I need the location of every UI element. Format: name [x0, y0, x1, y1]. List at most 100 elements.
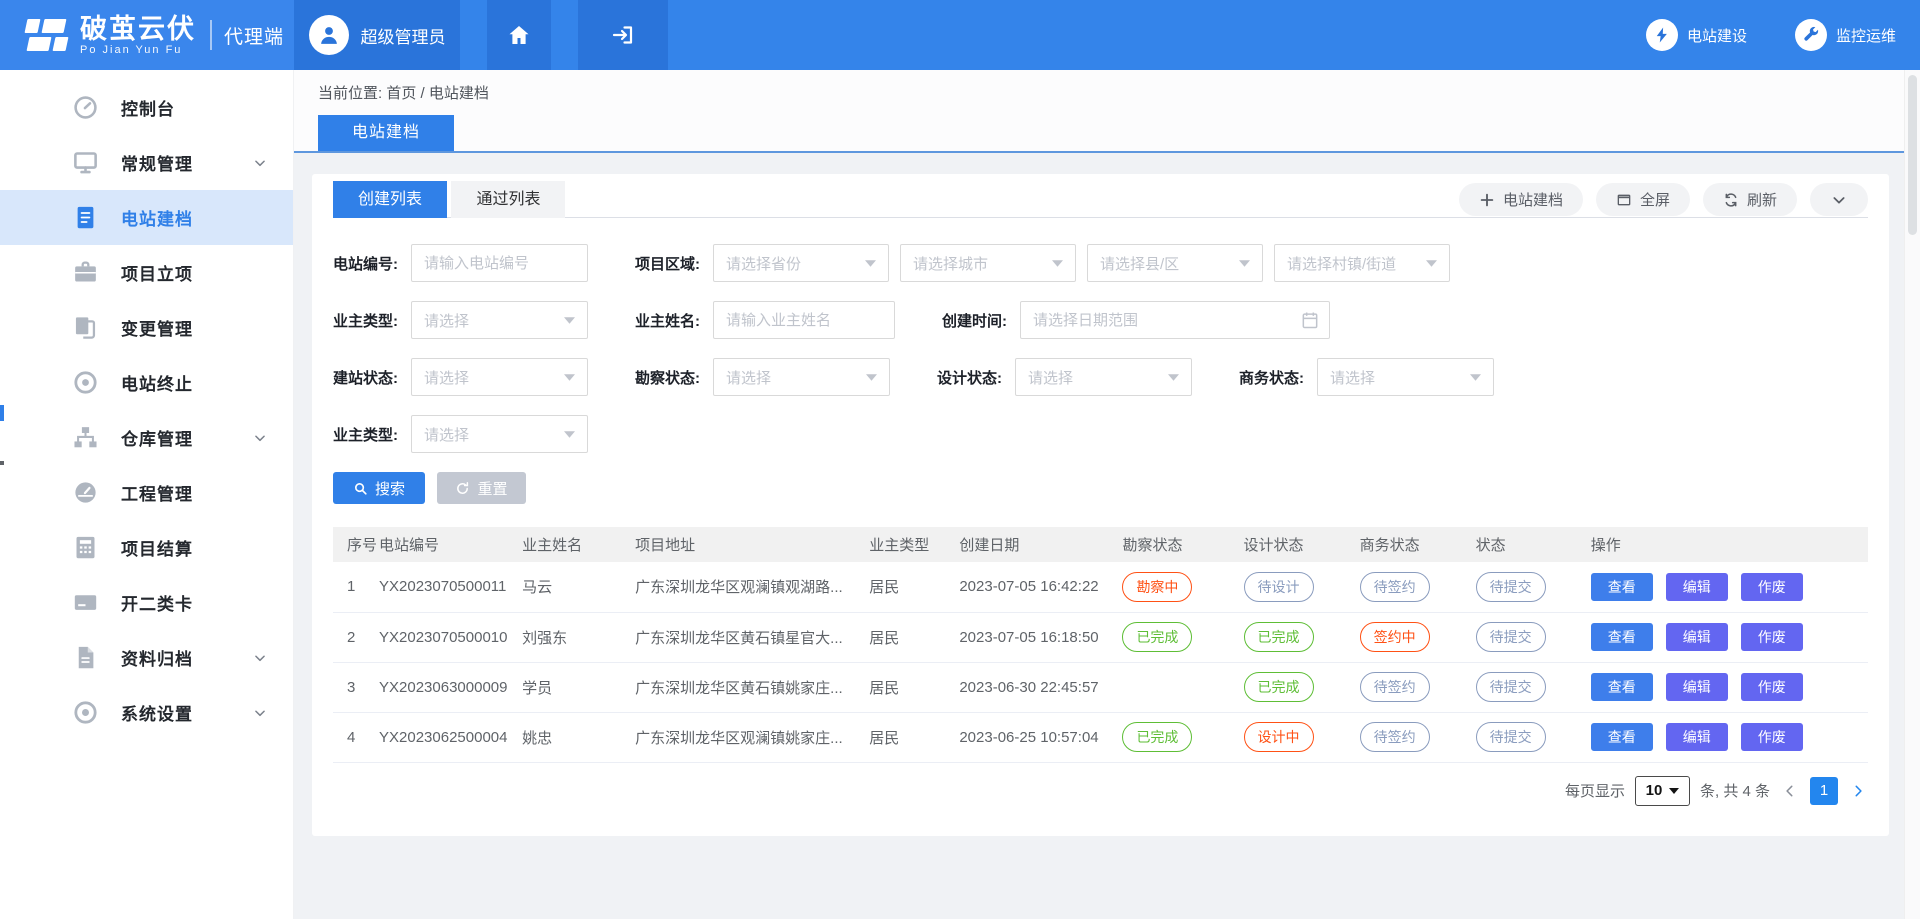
owner-name-input[interactable] [713, 301, 895, 339]
build-status-select[interactable]: 请选择 [411, 358, 588, 396]
table-row: 1YX2023070500011马云广东深圳龙华区观澜镇观湖路...居民2023… [333, 562, 1868, 612]
tab-create-list[interactable]: 创建列表 [333, 181, 447, 218]
status-badge: 待提交 [1476, 622, 1546, 652]
status-badge: 待签约 [1360, 672, 1430, 702]
cell-survey-status [1122, 662, 1243, 712]
per-page-select[interactable]: 10 [1635, 776, 1690, 806]
cell-owner: 刘强东 [522, 612, 635, 662]
date-range-input[interactable] [1020, 301, 1330, 339]
void-button[interactable]: 作废 [1741, 573, 1803, 601]
sidebar-item-card2[interactable]: 开二类卡 [0, 575, 293, 630]
page-tab-station-archive[interactable]: 电站建档 [318, 115, 454, 151]
next-page-button[interactable] [1848, 784, 1868, 798]
sidebar-item-console[interactable]: 控制台 [0, 80, 293, 135]
owner-type-label: 业主类型: [333, 310, 411, 331]
void-button[interactable]: 作废 [1741, 723, 1803, 751]
logout-icon [611, 23, 635, 47]
edit-button[interactable]: 编辑 [1666, 573, 1728, 601]
briefcase-icon [72, 259, 99, 286]
view-button[interactable]: 查看 [1591, 673, 1653, 701]
prev-page-button[interactable] [1780, 784, 1800, 798]
edit-button[interactable]: 编辑 [1666, 723, 1728, 751]
sidebar-item-label: 常规管理 [121, 150, 193, 175]
cell-owner-type: 居民 [869, 612, 959, 662]
fullscreen-icon [1616, 192, 1632, 208]
column-header: 电站编号 [379, 527, 522, 562]
logout-button[interactable] [578, 0, 668, 70]
city-select[interactable]: 请选择城市 [900, 244, 1076, 282]
sidebar-item-terminate[interactable]: 电站终止 [0, 355, 293, 410]
void-button[interactable]: 作废 [1741, 673, 1803, 701]
collapse-button[interactable] [1810, 183, 1868, 216]
void-button[interactable]: 作废 [1741, 623, 1803, 651]
table-header-row: 序号电站编号业主姓名项目地址业主类型创建日期勘察状态设计状态商务状态状态操作 [333, 527, 1868, 562]
add-station-button[interactable]: 电站建档 [1459, 183, 1583, 216]
search-button[interactable]: 搜索 [333, 472, 425, 504]
calculator-icon [72, 534, 99, 561]
column-header: 业主姓名 [522, 527, 635, 562]
column-header: 序号 [333, 527, 379, 562]
sidebar-item-settlement[interactable]: 项目结算 [0, 520, 293, 575]
home-icon [507, 23, 531, 47]
scrollbar-thumb[interactable] [1908, 75, 1917, 235]
owner-type-select[interactable]: 请选择 [411, 301, 588, 339]
cell-created: 2023-06-25 10:57:04 [959, 712, 1122, 762]
view-button[interactable]: 查看 [1591, 623, 1653, 651]
tab-passed-list[interactable]: 通过列表 [451, 181, 565, 218]
survey-status-select[interactable]: 请选择 [713, 358, 890, 396]
owner-type2-select[interactable]: 请选择 [411, 415, 588, 453]
calendar-icon [1300, 309, 1320, 331]
province-select[interactable]: 请选择省份 [713, 244, 889, 282]
sidebar-item-engineering[interactable]: 工程管理 [0, 465, 293, 520]
home-button[interactable] [487, 0, 551, 70]
cell-owner-type: 居民 [869, 712, 959, 762]
edit-button[interactable]: 编辑 [1666, 673, 1728, 701]
survey-status-label: 勘察状态: [635, 367, 713, 388]
fullscreen-button[interactable]: 全屏 [1596, 183, 1690, 216]
business-status-label: 商务状态: [1239, 367, 1317, 388]
nav-monitor-ops[interactable]: 监控运维 [1795, 0, 1896, 70]
breadcrumb: 当前位置: 首页 / 电站建档 [294, 70, 1920, 115]
sidebar-item-datafile[interactable]: 资料归档 [0, 630, 293, 685]
cell-station-no: YX2023063000009 [379, 662, 522, 712]
cell-business-status: 待签约 [1360, 712, 1476, 762]
sidebar-item-general[interactable]: 常规管理 [0, 135, 293, 190]
view-button[interactable]: 查看 [1591, 573, 1653, 601]
edit-button[interactable]: 编辑 [1666, 623, 1728, 651]
cell-actions: 查看编辑作废 [1591, 712, 1868, 762]
user-menu[interactable]: 超级管理员 [294, 0, 460, 70]
station-no-input[interactable] [411, 244, 588, 282]
status-badge: 待签约 [1360, 572, 1430, 602]
chevron-down-icon [253, 651, 267, 665]
town-select[interactable]: 请选择村镇/街道 [1274, 244, 1450, 282]
sidebar-item-archive[interactable]: 电站建档 [0, 190, 293, 245]
table-row: 2YX2023070500010刘强东广东深圳龙华区黄石镇星官大...居民202… [333, 612, 1868, 662]
nav-station-build[interactable]: 电站建设 [1646, 0, 1747, 70]
business-status-select[interactable]: 请选择 [1317, 358, 1494, 396]
brand-subtitle: Po Jian Yun Fu [80, 44, 196, 56]
reset-button[interactable]: 重置 [437, 472, 526, 504]
sidebar-item-warehouse[interactable]: 仓库管理 [0, 410, 293, 465]
cell-design-status: 已完成 [1244, 612, 1360, 662]
scrollbar[interactable] [1904, 70, 1920, 919]
cell-status: 待提交 [1476, 662, 1591, 712]
current-page[interactable]: 1 [1810, 777, 1838, 805]
monitor-icon [72, 149, 99, 176]
county-select[interactable]: 请选择县/区 [1087, 244, 1263, 282]
content-card: 创建列表 通过列表 电站建档全屏刷新 电站编号: 项目区域: 请选择省份 [312, 174, 1889, 836]
region-label: 项目区域: [635, 253, 713, 274]
refresh-button[interactable]: 刷新 [1703, 183, 1797, 216]
cell-business-status: 签约中 [1360, 612, 1476, 662]
status-badge: 勘察中 [1122, 572, 1192, 602]
design-status-select[interactable]: 请选择 [1015, 358, 1192, 396]
pagination: 每页显示 10 条, 共 4 条 1 [333, 776, 1868, 806]
sidebar-item-settings[interactable]: 系统设置 [0, 685, 293, 740]
sidebar-scroll-indicator-2 [0, 461, 4, 465]
sidebar-item-change[interactable]: 变更管理 [0, 300, 293, 355]
refresh-icon [1723, 192, 1739, 208]
sidebar-item-project[interactable]: 项目立项 [0, 245, 293, 300]
view-button[interactable]: 查看 [1591, 723, 1653, 751]
file-icon [72, 644, 99, 671]
cell-actions: 查看编辑作废 [1591, 562, 1868, 612]
brand-divider [210, 20, 212, 50]
